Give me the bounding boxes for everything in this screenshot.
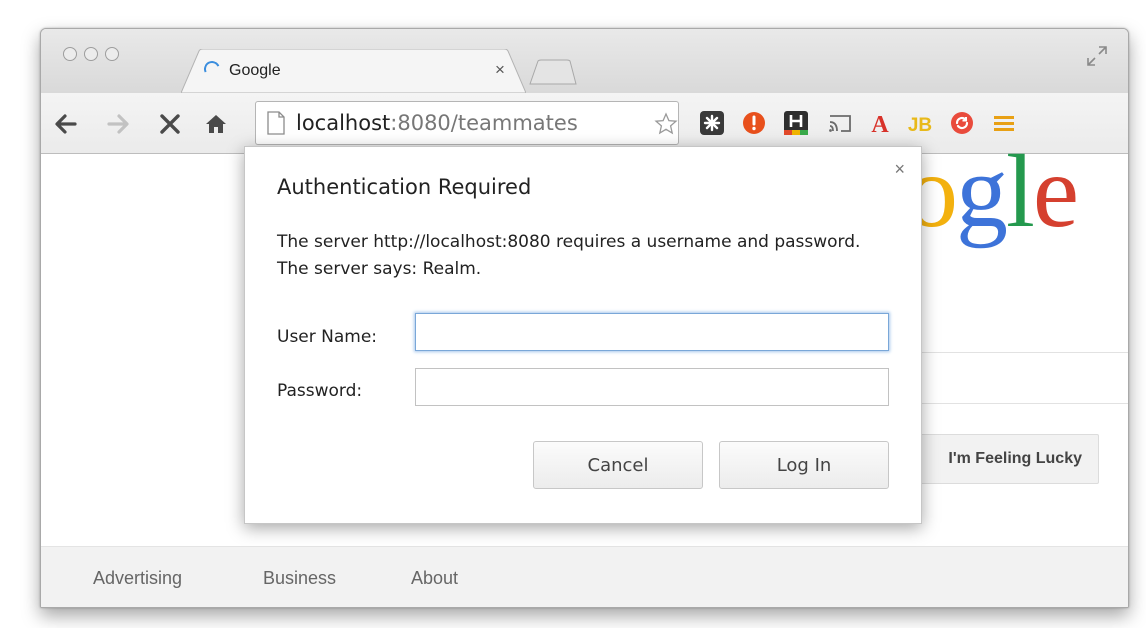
cast-icon[interactable] [827, 110, 853, 136]
sync-icon[interactable] [949, 110, 975, 136]
logo-letter: g [956, 134, 1008, 249]
username-label: User Name: [277, 327, 378, 347]
footer-link-about[interactable]: About [411, 568, 458, 589]
arrow-right-icon[interactable] [105, 111, 131, 137]
dialog-title: Authentication Required [277, 175, 532, 199]
search-box[interactable] [921, 352, 1128, 404]
google-logo: ogle [906, 140, 1079, 244]
url-host: localhost [296, 111, 391, 135]
password-label: Password: [277, 381, 363, 401]
svg-text:JB: JB [908, 115, 932, 136]
minimize-window-button[interactable] [84, 47, 98, 61]
close-window-button[interactable] [63, 47, 77, 61]
username-input[interactable] [415, 313, 889, 351]
extension-puzzle-icon[interactable] [699, 110, 725, 136]
stop-x-icon[interactable] [157, 111, 183, 137]
logo-letter: l [1006, 134, 1035, 249]
new-tab-button[interactable] [529, 59, 577, 85]
url-text[interactable]: localhost:8080/teammates [296, 111, 578, 135]
page-footer: Advertising Business About [41, 546, 1128, 607]
zoom-window-button[interactable] [105, 47, 119, 61]
home-icon[interactable] [203, 111, 229, 137]
window-controls [63, 47, 119, 61]
extension-red-circle-icon[interactable] [741, 110, 767, 136]
log-in-button[interactable]: Log In [719, 441, 889, 489]
star-icon[interactable] [654, 112, 678, 136]
auth-dialog: × Authentication Required The server htt… [244, 146, 922, 524]
feeling-lucky-button[interactable]: I'm Feeling Lucky [901, 434, 1099, 484]
page-icon [267, 111, 285, 135]
acrobat-a-icon[interactable]: A [867, 110, 893, 136]
tab-close-button[interactable]: × [495, 60, 505, 80]
footer-link-business[interactable]: Business [263, 568, 336, 589]
dialog-close-button[interactable]: × [894, 159, 905, 180]
tab-title: Google [229, 62, 281, 79]
fullscreen-icon[interactable] [1086, 45, 1108, 67]
password-input[interactable] [415, 368, 889, 406]
footer-link-advertising[interactable]: Advertising [93, 568, 182, 589]
logo-letter: e [1032, 134, 1079, 249]
tab-strip: Google × [41, 29, 1128, 93]
address-bar[interactable]: localhost:8080/teammates [255, 101, 679, 145]
hamburger-menu-icon[interactable] [991, 110, 1017, 136]
dialog-message: The server http://localhost:8080 require… [277, 232, 861, 279]
cancel-button[interactable]: Cancel [533, 441, 703, 489]
url-path: :8080/teammates [390, 111, 578, 135]
svg-text:A: A [871, 112, 889, 136]
jb-icon[interactable]: JB [907, 110, 933, 136]
arrow-left-icon[interactable] [53, 111, 79, 137]
extension-h-icon[interactable] [783, 110, 809, 136]
